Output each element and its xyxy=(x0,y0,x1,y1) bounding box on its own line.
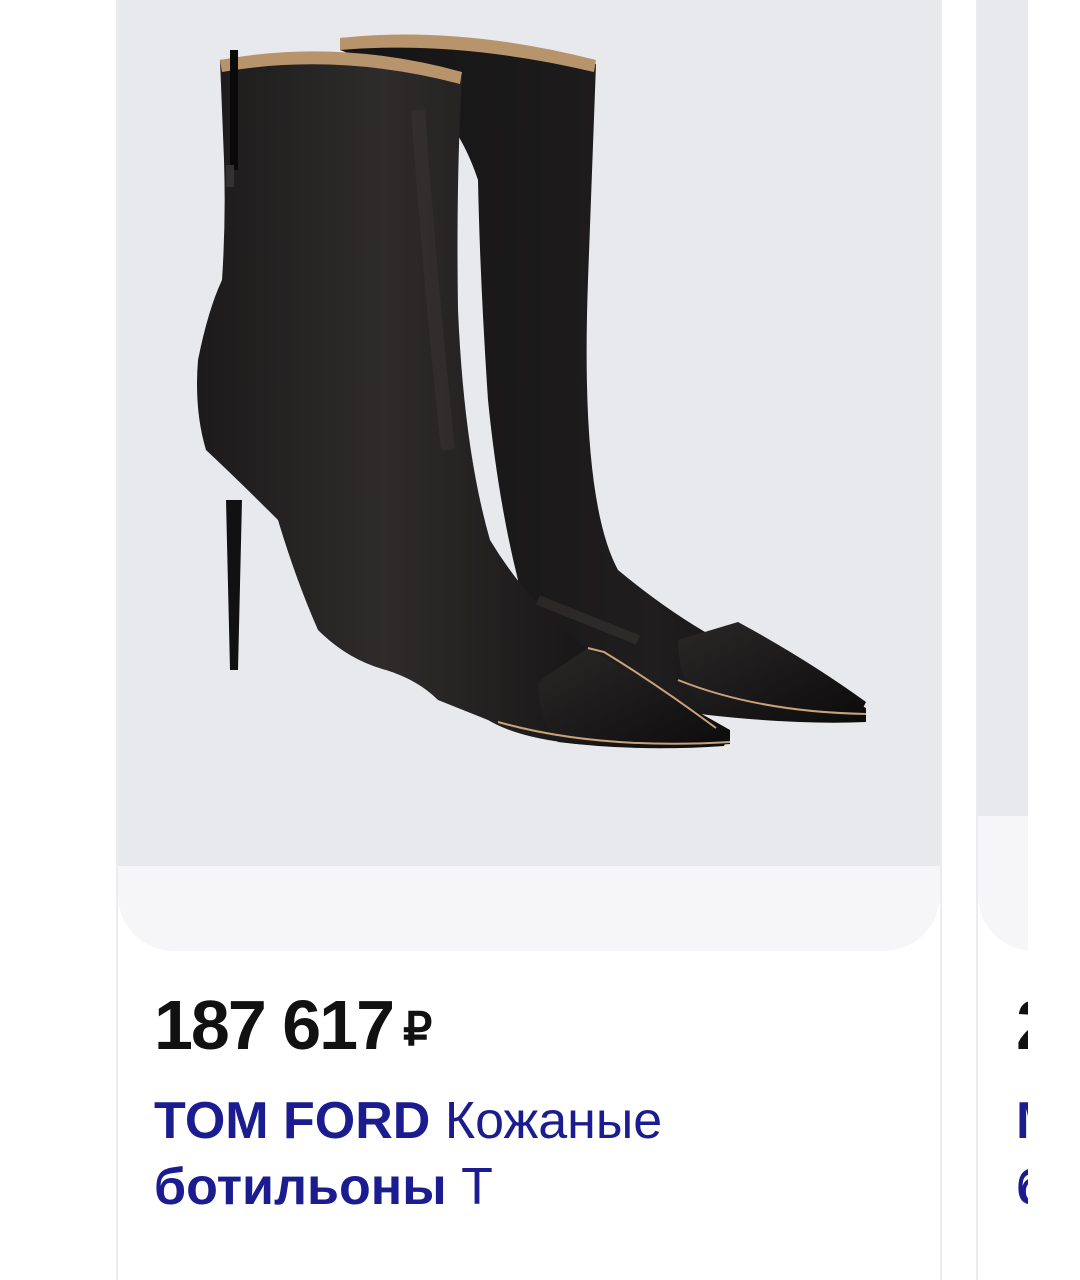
currency-symbol: ₽ xyxy=(403,1003,433,1055)
product-name-line2-bold: ботильоны xyxy=(154,1158,447,1216)
viewport-edge xyxy=(1028,0,1080,1280)
product-name-line1: Кожаные xyxy=(444,1092,663,1150)
product-title[interactable]: TOM FORD Кожаные ботильоны T xyxy=(154,1088,894,1220)
product-photo[interactable] xyxy=(118,0,940,866)
product-card[interactable]: 187 617 ₽ TOM FORD Кожаные ботильоны T xyxy=(116,0,942,1280)
product-brand: TOM FORD xyxy=(154,1092,431,1150)
product-feed: 187 617₽ TOM FORD Кожаные ботильоны T 2 … xyxy=(0,0,1080,1280)
product-name-line2-rest: T xyxy=(461,1158,493,1216)
product-photo-area[interactable] xyxy=(118,0,940,951)
price-value: 187 617 xyxy=(154,986,395,1064)
boots-photo-icon xyxy=(197,34,867,749)
product-price: 187 617 ₽ xyxy=(154,990,432,1060)
